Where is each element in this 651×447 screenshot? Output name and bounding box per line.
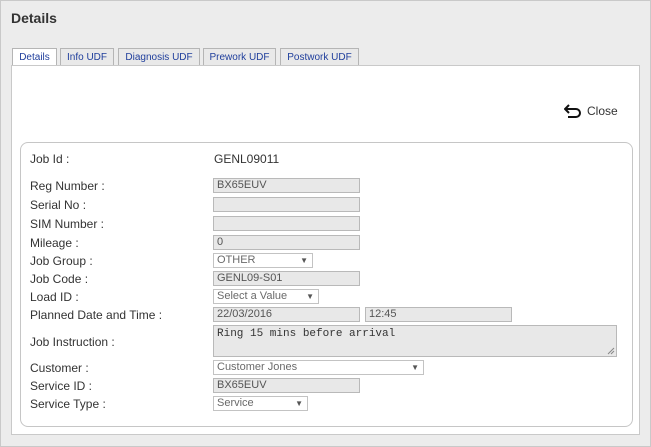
dropdown-arrow-icon: ▼ [411,363,419,372]
load-id-label: Load ID : [30,290,79,304]
tab-details[interactable]: Details [12,48,57,66]
job-group-select[interactable]: OTHER ▼ [213,253,313,268]
job-code-field[interactable]: GENL09-S01 [213,271,360,286]
customer-label: Customer : [30,361,89,375]
service-type-label: Service Type : [30,397,106,411]
mileage-field[interactable]: 0 [213,235,360,250]
planned-label: Planned Date and Time : [30,308,163,322]
customer-value: Customer Jones [217,361,298,373]
dropdown-arrow-icon: ▼ [300,256,308,265]
service-id-label: Service ID : [30,379,93,393]
job-code-label: Job Code : [30,272,89,286]
dropdown-arrow-icon: ▼ [306,292,314,301]
planned-time-field[interactable]: 12:45 [365,307,512,322]
planned-date-field[interactable]: 22/03/2016 [213,307,360,322]
job-id-label: Job Id : [30,152,70,166]
load-id-select[interactable]: Select a Value ▼ [213,289,319,304]
serial-no-field[interactable] [213,197,360,212]
dialog-title: Details [11,10,57,26]
close-label: Close [587,104,618,118]
job-instruction-textarea[interactable]: Ring 15 mins before arrival [213,325,617,357]
resize-grip-icon[interactable] [607,347,615,355]
tab-prework-udf[interactable]: Prework UDF [203,48,276,65]
tab-postwork-udf[interactable]: Postwork UDF [280,48,359,65]
dropdown-arrow-icon: ▼ [295,399,303,408]
service-type-select[interactable]: Service ▼ [213,396,308,411]
details-dialog: Details Details Info UDF Diagnosis UDF P… [0,0,651,447]
tab-diagnosis-udf[interactable]: Diagnosis UDF [118,48,200,65]
load-id-value: Select a Value [217,290,288,302]
service-id-field[interactable]: BX65EUV [213,378,360,393]
mileage-label: Mileage : [30,236,79,250]
sim-number-label: SIM Number : [30,217,105,231]
customer-select[interactable]: Customer Jones ▼ [213,360,424,375]
reg-number-label: Reg Number : [30,179,105,193]
tab-info-udf[interactable]: Info UDF [60,48,114,65]
close-button[interactable]: Close [564,102,618,120]
service-type-value: Service [217,397,254,409]
job-id-value: GENL09011 [214,152,280,166]
sim-number-field[interactable] [213,216,360,231]
serial-no-label: Serial No : [30,198,87,212]
job-group-label: Job Group : [30,254,93,268]
undo-arrow-icon [564,104,581,118]
job-group-value: OTHER [217,254,256,266]
job-instruction-label: Job Instruction : [30,335,115,349]
reg-number-field[interactable]: BX65EUV [213,178,360,193]
job-instruction-value: Ring 15 mins before arrival [217,328,396,340]
